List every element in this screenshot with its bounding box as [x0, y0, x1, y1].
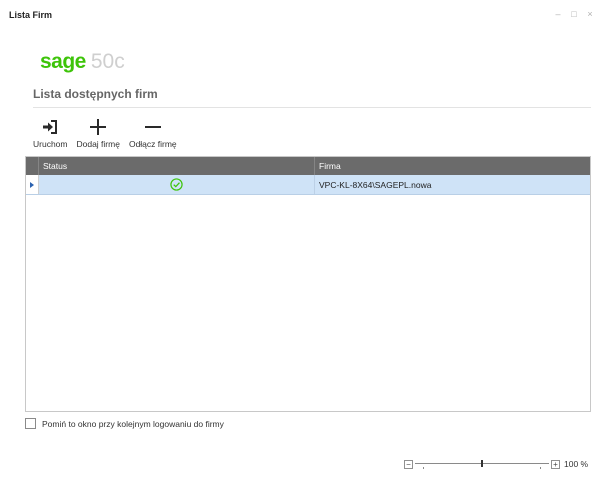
sage-logo: sage 50c [40, 50, 125, 78]
grid-header: Status Firma [26, 157, 590, 175]
logo-version: 50c [90, 50, 125, 73]
zoom-slider[interactable] [415, 459, 549, 469]
section-title: Lista dostępnych firm [33, 87, 158, 101]
company-grid[interactable]: Status Firma VPC-KL-8X64\SAGEPL.nowa [25, 156, 591, 412]
check-circle-icon [170, 178, 183, 191]
logo-brand: sage [40, 50, 86, 73]
checkbox-box[interactable] [25, 418, 36, 429]
odlacz-firme-button[interactable]: Odłącz firmę [127, 117, 179, 149]
firma-cell: VPC-KL-8X64\SAGEPL.nowa [319, 180, 432, 190]
minus-icon [144, 117, 162, 137]
column-header-status[interactable]: Status [39, 157, 315, 175]
skip-window-checkbox[interactable]: Pomiń to okno przy kolejnym logowaniu do… [25, 418, 224, 429]
table-row[interactable]: VPC-KL-8X64\SAGEPL.nowa [26, 175, 590, 195]
section-divider [33, 107, 591, 108]
window-controls: – □ × [553, 9, 595, 19]
checkbox-label: Pomiń to okno przy kolejnym logowaniu do… [42, 418, 224, 429]
dodaj-firme-label: Dodaj firmę [76, 139, 120, 149]
toolbar: Uruchom Dodaj firmę Odłącz firmę [31, 117, 179, 149]
zoom-out-button[interactable]: − [404, 459, 413, 469]
zoom-thumb[interactable] [481, 460, 483, 467]
status-cell [39, 175, 315, 194]
minimize-button[interactable]: – [553, 9, 563, 19]
row-selector-header [26, 157, 39, 175]
plus-icon [89, 117, 107, 137]
uruchom-label: Uruchom [33, 139, 68, 149]
window-title: Lista Firm [9, 10, 53, 20]
login-arrow-icon [41, 117, 59, 137]
zoom-value: 100 % [564, 459, 589, 469]
row-indicator-icon [26, 175, 39, 194]
column-header-firma[interactable]: Firma [315, 157, 590, 175]
zoom-control: − + 100 % [404, 459, 588, 469]
zoom-tick-min [423, 467, 424, 469]
uruchom-button[interactable]: Uruchom [31, 117, 69, 149]
odlacz-firme-label: Odłącz firmę [128, 139, 177, 149]
zoom-in-button[interactable]: + [551, 459, 560, 469]
title-bar: Lista Firm – □ × [0, 0, 603, 30]
dodaj-firme-button[interactable]: Dodaj firmę [74, 117, 121, 149]
zoom-tick-max [540, 467, 541, 469]
maximize-button[interactable]: □ [569, 9, 579, 19]
close-button[interactable]: × [585, 9, 595, 19]
